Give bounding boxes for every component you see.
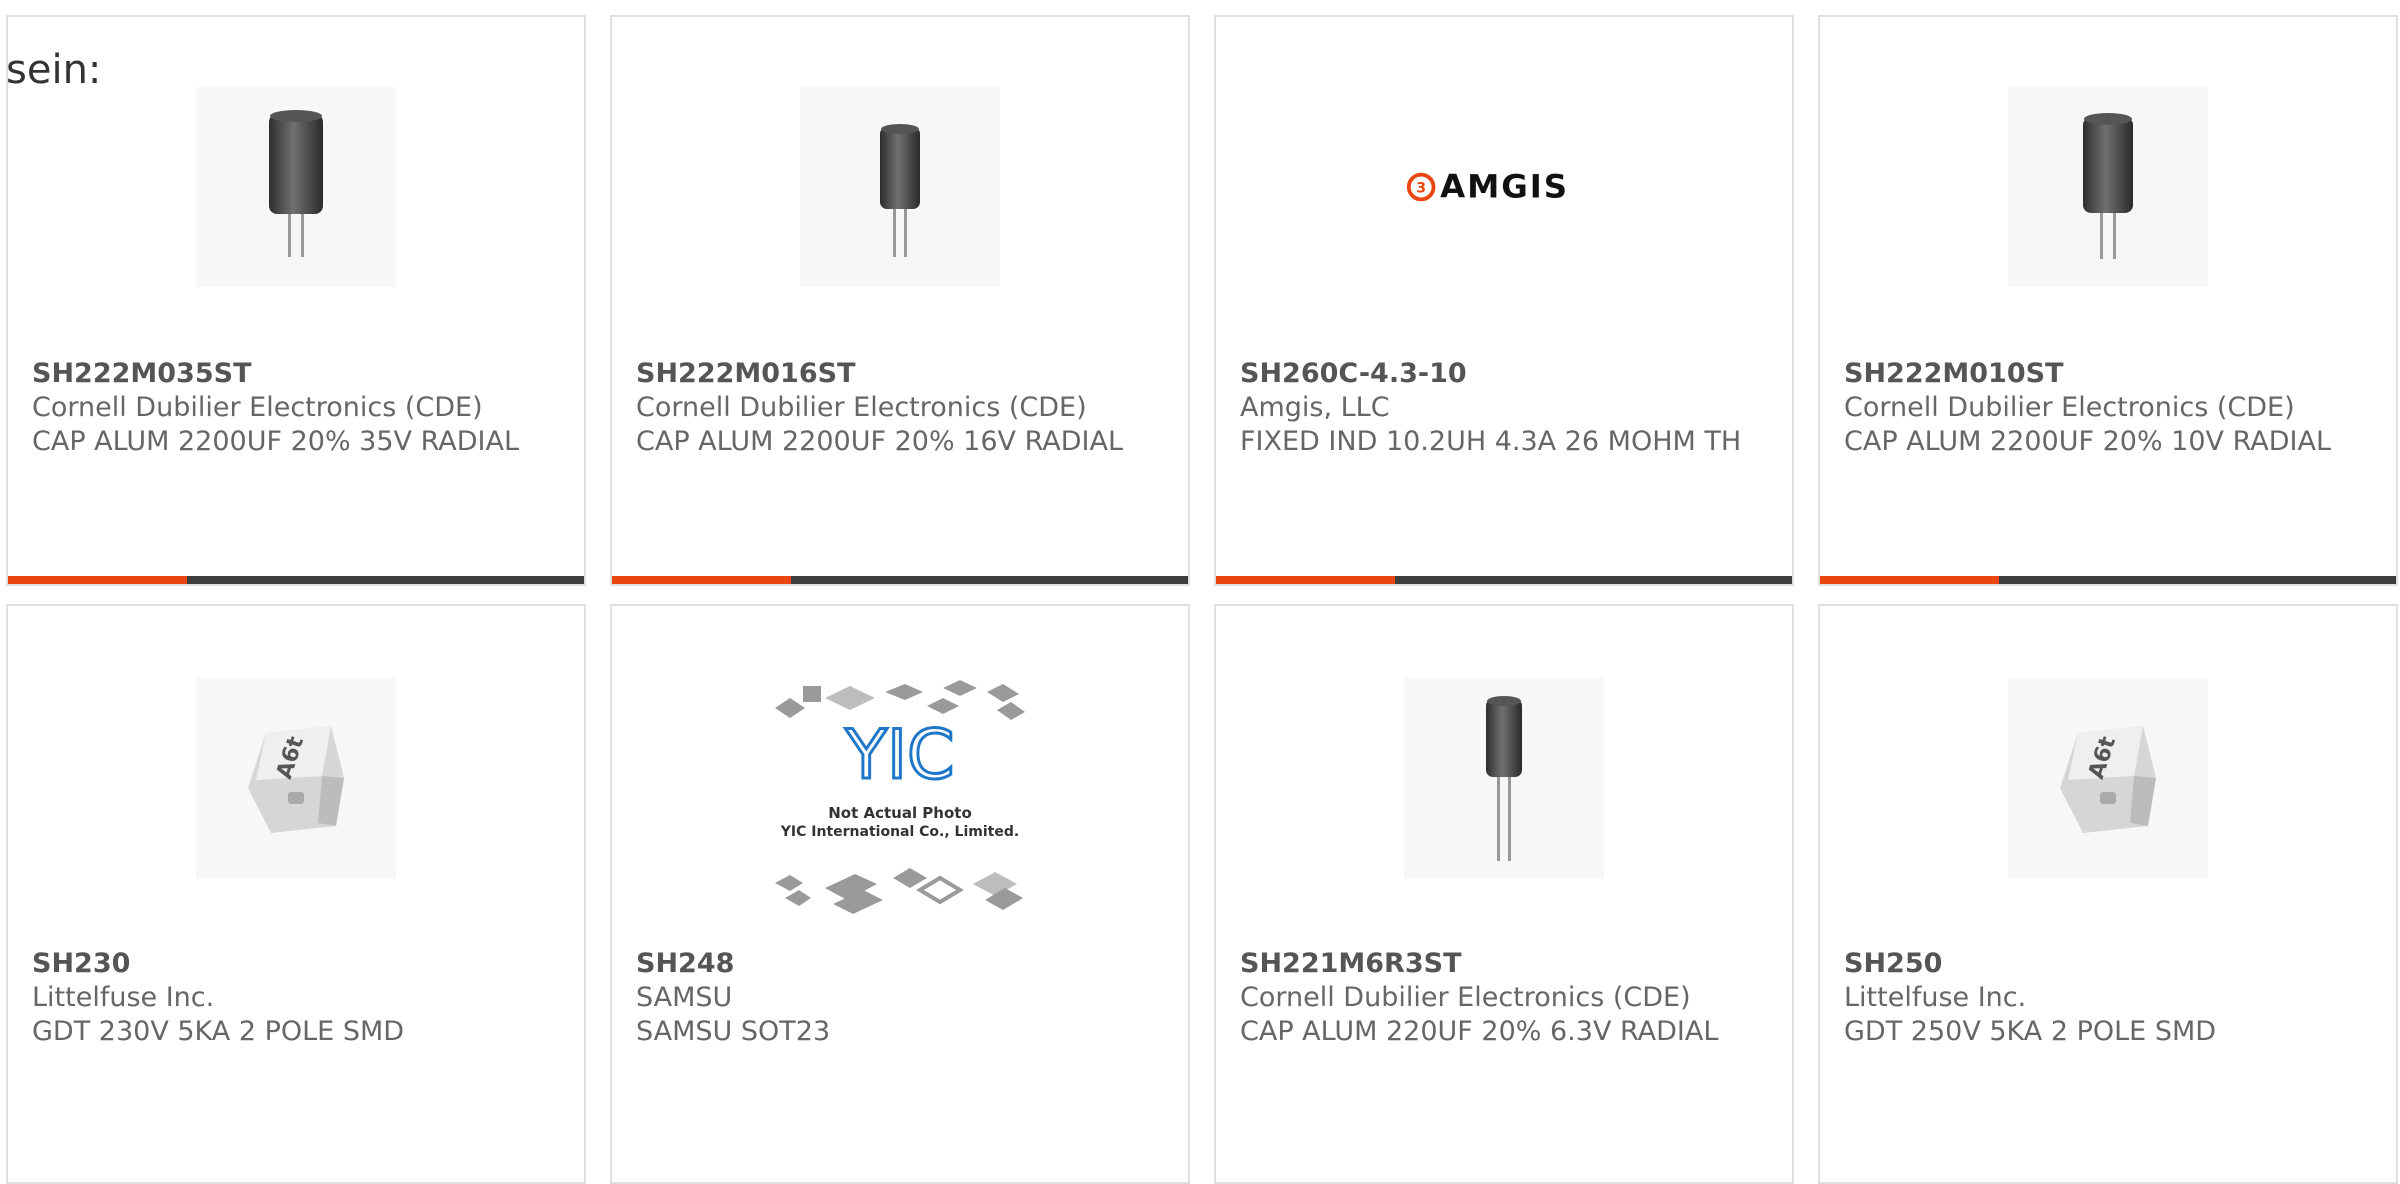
- product-image[interactable]: A6t: [2008, 678, 2208, 878]
- progress-bar-fill: [612, 576, 791, 584]
- amgis-logo-text: AMGIS: [1440, 167, 1569, 205]
- part-number-link[interactable]: SH230: [32, 947, 564, 981]
- product-card[interactable]: SH222M016ST Cornell Dubilier Electronics…: [610, 15, 1190, 586]
- capacitor-icon: [2083, 113, 2133, 259]
- description: CAP ALUM 220UF 20% 6.3V RADIAL: [1240, 1016, 1719, 1047]
- svg-text:3: 3: [1416, 181, 1426, 197]
- manufacturer: Cornell Dubilier Electronics (CDE): [32, 392, 483, 423]
- product-card[interactable]: 3 AMGIS SH260C-4.3-10 Amgis, LLC FIXED I…: [1214, 15, 1794, 586]
- manufacturer: SAMSU: [636, 982, 733, 1013]
- product-card[interactable]: YIC Not Actual Photo YIC International C…: [610, 604, 1190, 1184]
- part-number-link[interactable]: SH250: [1844, 947, 2376, 981]
- manufacturer: Cornell Dubilier Electronics (CDE): [636, 392, 1087, 423]
- progress-bar: [1216, 576, 1792, 584]
- gas-discharge-tube-icon: A6t: [248, 726, 344, 833]
- description: SAMSU SOT23: [636, 1016, 831, 1047]
- manufacturer: Cornell Dubilier Electronics (CDE): [1844, 392, 2295, 423]
- intro-text: sein:: [6, 47, 102, 93]
- product-card[interactable]: SH222M010ST Cornell Dubilier Electronics…: [1818, 15, 2398, 586]
- description: GDT 250V 5KA 2 POLE SMD: [1844, 1016, 2217, 1047]
- description: CAP ALUM 2200UF 20% 35V RADIAL: [32, 426, 519, 457]
- progress-bar: [8, 576, 584, 584]
- part-number-link[interactable]: SH222M010ST: [1844, 357, 2376, 391]
- description: GDT 230V 5KA 2 POLE SMD: [32, 1016, 405, 1047]
- product-card[interactable]: SH222M035ST Cornell Dubilier Electronics…: [6, 15, 586, 586]
- part-number-link[interactable]: SH248: [636, 947, 1168, 981]
- product-image[interactable]: YIC Not Actual Photo YIC International C…: [755, 678, 1045, 938]
- progress-bar-fill: [1216, 576, 1395, 584]
- part-number-link[interactable]: SH221M6R3ST: [1240, 947, 1772, 981]
- description: CAP ALUM 2200UF 20% 10V RADIAL: [1844, 426, 2331, 457]
- product-card[interactable]: SH221M6R3ST Cornell Dubilier Electronics…: [1214, 604, 1794, 1184]
- manufacturer: Amgis, LLC: [1240, 392, 1390, 423]
- yic-logo: YIC: [844, 716, 954, 795]
- manufacturer: Littelfuse Inc.: [32, 982, 215, 1013]
- part-number-link[interactable]: SH260C-4.3-10: [1240, 357, 1772, 391]
- description: FIXED IND 10.2UH 4.3A 26 MOHM TH: [1240, 426, 1742, 457]
- part-number-link[interactable]: SH222M035ST: [32, 357, 564, 391]
- progress-bar: [612, 576, 1188, 584]
- photo-note-company: YIC International Co., Limited.: [780, 824, 1019, 840]
- product-card[interactable]: A6t SH230 Littelfuse Inc. GDT 230V 5KA 2…: [6, 604, 586, 1184]
- capacitor-icon: [1486, 695, 1522, 861]
- progress-bar-fill: [8, 576, 187, 584]
- capacitor-icon: [269, 110, 323, 257]
- product-image[interactable]: [196, 87, 396, 287]
- progress-bar: [1820, 576, 2396, 584]
- product-card[interactable]: A6t SH250 Littelfuse Inc. GDT 250V 5KA 2…: [1818, 604, 2398, 1184]
- amgis-logo: 3 AMGIS: [1406, 167, 1569, 205]
- description: CAP ALUM 2200UF 20% 16V RADIAL: [636, 426, 1123, 457]
- manufacturer: Cornell Dubilier Electronics (CDE): [1240, 982, 1691, 1013]
- product-image[interactable]: A6t: [196, 678, 396, 878]
- photo-note: Not Actual Photo: [828, 804, 972, 822]
- product-image[interactable]: [800, 87, 1000, 287]
- product-image[interactable]: [1404, 678, 1604, 878]
- manufacturer: Littelfuse Inc.: [1844, 982, 2027, 1013]
- gas-discharge-tube-icon: A6t: [2060, 726, 2156, 833]
- product-image[interactable]: [2008, 87, 2208, 287]
- product-image[interactable]: 3 AMGIS: [1404, 87, 1604, 287]
- yic-placeholder-image: YIC Not Actual Photo YIC International C…: [775, 680, 1025, 914]
- part-number-link[interactable]: SH222M016ST: [636, 357, 1168, 391]
- capacitor-icon: [880, 124, 920, 257]
- progress-bar-fill: [1820, 576, 1999, 584]
